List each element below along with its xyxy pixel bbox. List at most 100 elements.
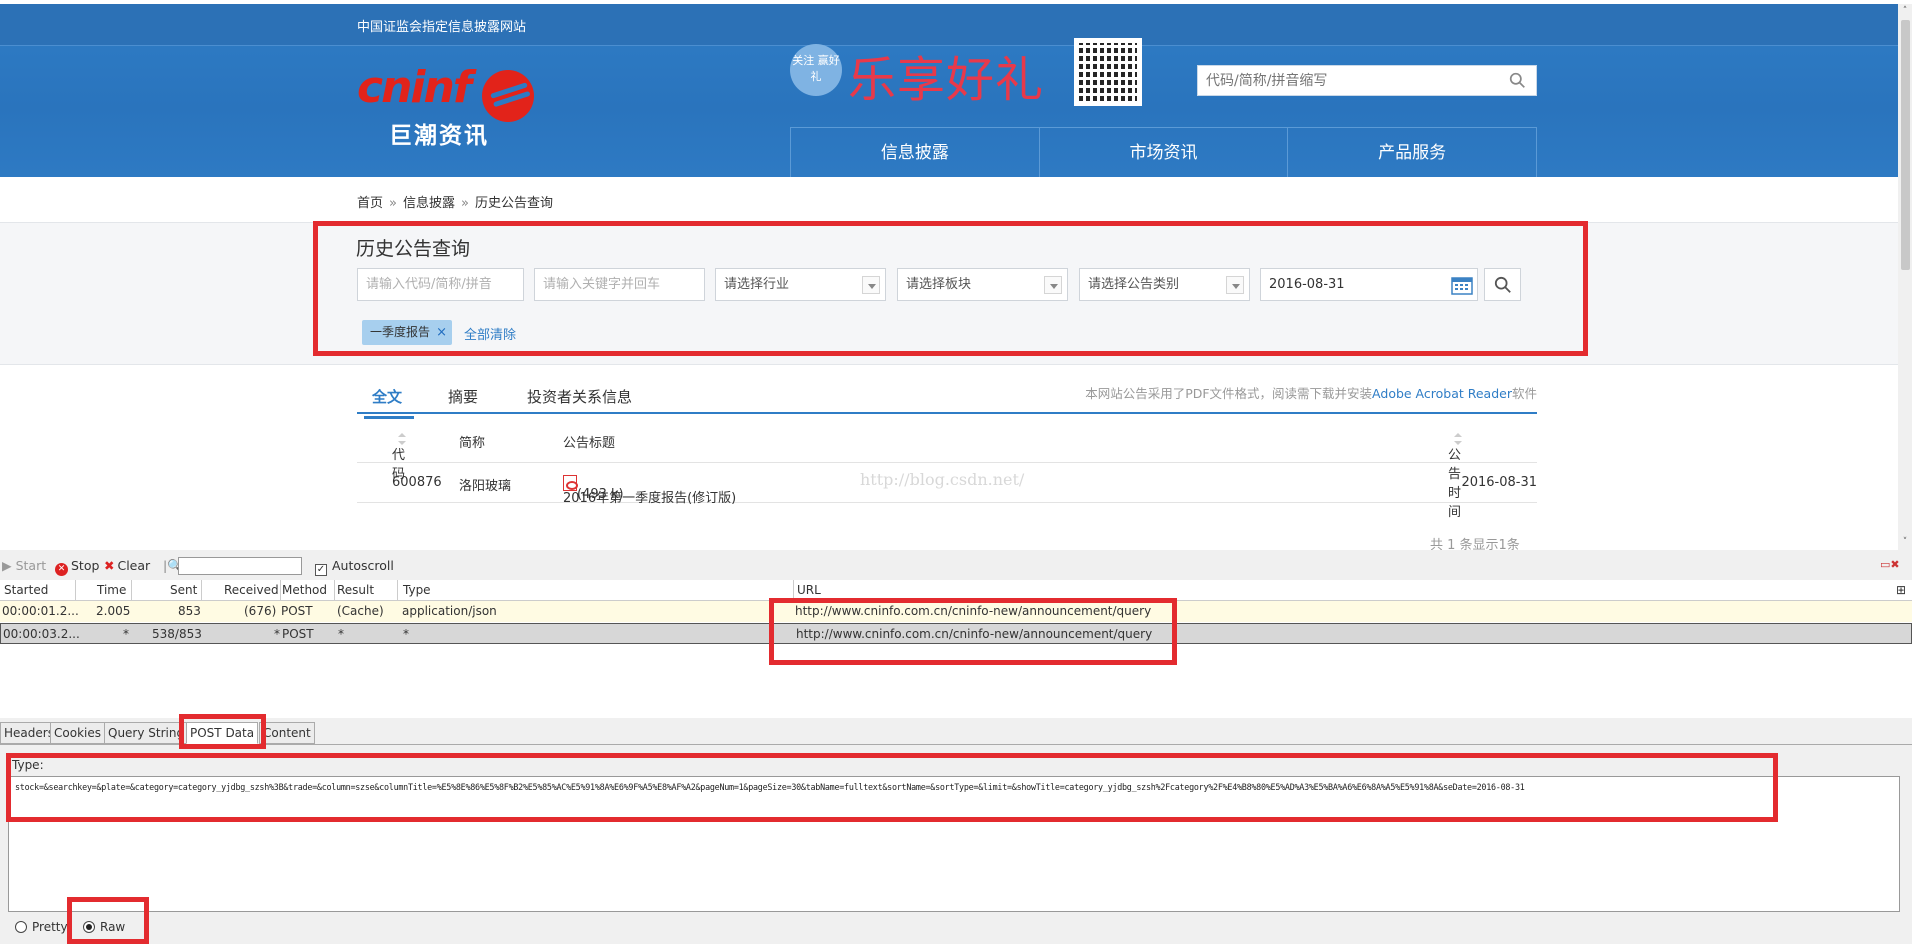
cell-sent: 538/853 xyxy=(152,627,202,641)
chevron-down-icon[interactable] xyxy=(862,276,880,294)
promo-banner-text[interactable]: 乐享好礼 xyxy=(848,40,1044,110)
start-button-label: Start xyxy=(15,558,47,573)
col-url[interactable]: URL xyxy=(797,583,821,597)
industry-select[interactable]: 请选择行业 xyxy=(715,268,886,301)
autoscroll-checkbox[interactable]: ✓ Autoscroll xyxy=(315,558,394,576)
post-data-box[interactable] xyxy=(8,776,1900,912)
breadcrumb-separator: » xyxy=(389,196,397,211)
header-search-input[interactable] xyxy=(1198,66,1488,95)
nav-item-market[interactable]: 市场资讯 xyxy=(1040,128,1289,177)
category-select[interactable]: 请选择公告类别 xyxy=(1079,268,1250,301)
tab-investor-relations[interactable]: 投资者关系信息 xyxy=(527,386,632,407)
col-result[interactable]: Result xyxy=(337,583,374,597)
cell-type: application/json xyxy=(402,604,497,618)
tab-query-string[interactable]: Query String xyxy=(104,722,189,744)
tab-content[interactable]: Content xyxy=(259,722,315,744)
cell-result: * xyxy=(338,627,344,641)
tab-fulltext[interactable]: 全文 xyxy=(363,386,415,419)
pdf-note-suffix: 软件 xyxy=(1511,386,1537,401)
table-row[interactable]: 00:00:01.2... 2.005 853 (676) POST (Cach… xyxy=(0,601,1912,622)
cell-method: POST xyxy=(282,627,314,641)
board-select-value: 请选择板块 xyxy=(906,277,972,292)
row-date: 2016-08-31 xyxy=(1461,475,1537,490)
board-select[interactable]: 请选择板块 xyxy=(897,268,1068,301)
col-received[interactable]: Received xyxy=(224,583,279,597)
type-label: Type: xyxy=(12,758,44,772)
date-field[interactable]: 2016-08-31 xyxy=(1260,268,1478,301)
col-started[interactable]: Started xyxy=(4,583,48,597)
breadcrumb-disclosure[interactable]: 信息披露 xyxy=(403,196,455,211)
breadcrumb-home[interactable]: 首页 xyxy=(357,196,383,211)
chevron-down-icon[interactable] xyxy=(1226,276,1244,294)
column-chooser-icon[interactable]: ⊞ xyxy=(1896,583,1906,597)
search-icon[interactable] xyxy=(1509,72,1526,89)
checkbox-checked-icon: ✓ xyxy=(315,564,327,576)
pdf-note: 本网站公告采用了PDF文件格式，阅读需下载并安装Adobe Acrobat Re… xyxy=(1085,383,1537,402)
sort-icon[interactable] xyxy=(398,432,406,446)
col-time[interactable]: Time xyxy=(97,583,126,597)
result-tabs: 全文 摘要 投资者关系信息 本网站公告采用了PDF文件格式，阅读需下载并安装Ad… xyxy=(357,378,1537,419)
site-logo-cn[interactable]: 巨潮资讯 xyxy=(389,116,489,150)
table-row-selected[interactable]: 00:00:03.2... * 538/853 * POST * * http:… xyxy=(0,623,1912,644)
scroll-down-icon[interactable]: ˅ xyxy=(1900,537,1910,547)
cell-time: * xyxy=(123,627,129,641)
sort-icon[interactable] xyxy=(1454,432,1462,446)
cell-type: * xyxy=(403,627,409,641)
tab-summary[interactable]: 摘要 xyxy=(448,386,478,407)
table-header: 代码 简称 公告标题 公告时间 xyxy=(357,420,1537,520)
chevron-down-icon[interactable] xyxy=(1044,276,1062,294)
window-controls[interactable]: ▭✖ xyxy=(1880,558,1900,571)
cell-sent: 853 xyxy=(178,604,201,618)
stop-button[interactable]: ✕ Stop xyxy=(55,558,99,576)
filter-input[interactable] xyxy=(178,557,302,575)
raw-radio[interactable]: Raw xyxy=(83,920,125,934)
row-title[interactable]: 2016年第一季度报告(修订版) (493 k) xyxy=(563,475,736,506)
header-search[interactable] xyxy=(1197,65,1537,96)
col-sent[interactable]: Sent xyxy=(170,583,197,597)
session-list-header: Started Time Sent Received Method Result… xyxy=(0,580,1912,601)
col-type[interactable]: Type xyxy=(403,583,431,597)
query-search-button[interactable] xyxy=(1484,268,1521,301)
col-method[interactable]: Method xyxy=(282,583,327,597)
calendar-icon[interactable] xyxy=(1451,275,1473,295)
post-data-value[interactable]: stock=&searchkey=&plate=&category=catego… xyxy=(15,782,1525,792)
tab-post-data[interactable]: POST Data xyxy=(186,722,259,744)
cell-url: http://www.cninfo.com.cn/cninfo-new/anno… xyxy=(796,627,1153,641)
page-title: 历史公告查询 xyxy=(356,238,471,260)
cell-url: http://www.cninfo.com.cn/cninfo-new/anno… xyxy=(795,604,1152,618)
nav-item-disclosure[interactable]: 信息披露 xyxy=(791,128,1040,177)
logo-swirl-icon xyxy=(482,70,534,122)
code-input[interactable]: 请输入代码/简称/拼音 xyxy=(357,268,524,301)
scroll-up-icon[interactable]: ˄ xyxy=(1900,6,1910,16)
category-select-value: 请选择公告类别 xyxy=(1088,277,1180,292)
column-header-code[interactable]: 代码 xyxy=(392,432,406,482)
pretty-radio[interactable]: Pretty xyxy=(15,920,68,934)
filter-tag: 一季度报告 × xyxy=(362,320,453,345)
breadcrumb-separator: » xyxy=(461,196,469,211)
close-icon[interactable]: × xyxy=(436,320,447,345)
pdf-icon[interactable] xyxy=(563,475,578,491)
cell-result: (Cache) xyxy=(337,604,384,618)
nav-item-products[interactable]: 产品服务 xyxy=(1288,128,1536,177)
filter-tag-label: 一季度报告 xyxy=(370,325,431,339)
clear-all-link[interactable]: 全部清除 xyxy=(464,324,516,343)
column-header-title: 公告标题 xyxy=(563,436,616,451)
row-code: 600876 xyxy=(392,475,442,490)
scrollbar-thumb[interactable] xyxy=(1901,20,1910,270)
breadcrumb: 首页 » 信息披露 » 历史公告查询 xyxy=(357,192,553,211)
tab-cookies[interactable]: Cookies xyxy=(50,722,105,744)
column-header-date[interactable]: 公告时间 xyxy=(1448,432,1462,520)
keyword-input[interactable]: 请输入关键字并回车 xyxy=(534,268,705,301)
row-filesize: (493 k) xyxy=(577,487,624,502)
acrobat-link[interactable]: Adobe Acrobat Reader xyxy=(1372,386,1512,401)
clear-button[interactable]: ✖ Clear xyxy=(104,558,150,573)
site-logo[interactable]: cninf xyxy=(357,62,472,113)
start-button[interactable]: ▶ Start xyxy=(2,558,46,573)
industry-select-value: 请选择行业 xyxy=(724,277,790,292)
raw-radio-label: Raw xyxy=(100,920,126,934)
watermark: http://blog.csdn.net/ xyxy=(860,470,1025,489)
row-name[interactable]: 洛阳玻璃 xyxy=(459,475,511,494)
csrc-notice: 中国证监会指定信息披露网站 xyxy=(357,20,527,35)
breadcrumb-current: 历史公告查询 xyxy=(474,196,553,211)
promo-badge[interactable]: 关注 赢好礼 xyxy=(790,44,842,96)
